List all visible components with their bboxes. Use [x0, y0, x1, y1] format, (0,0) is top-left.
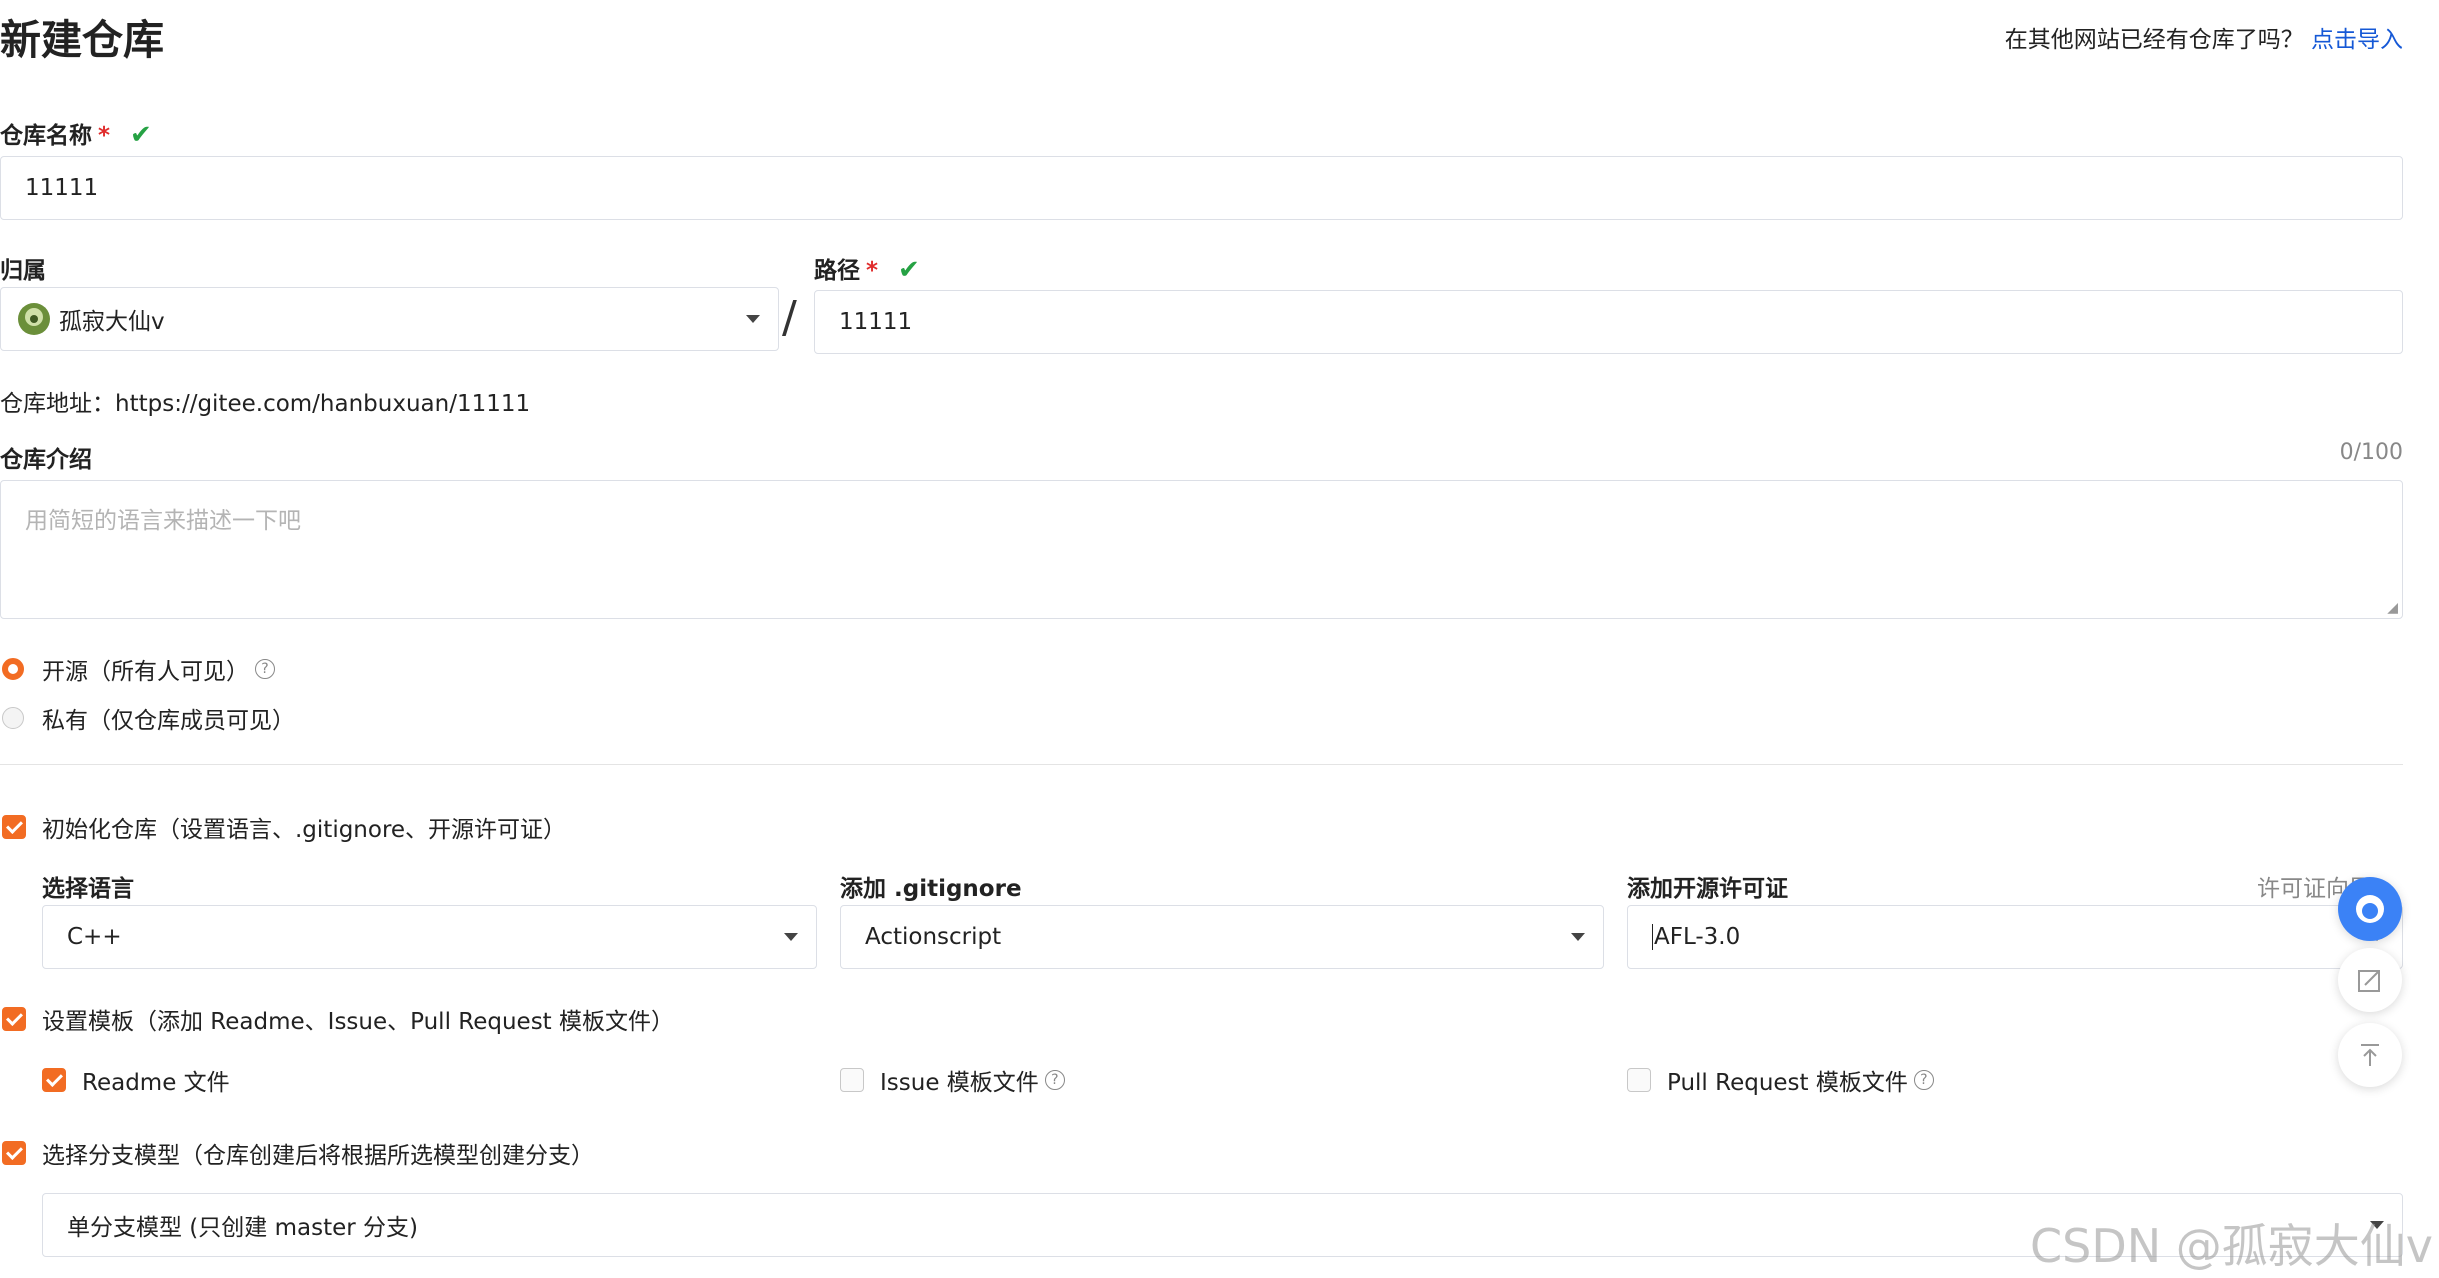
feedback-button[interactable]: [2338, 948, 2402, 1012]
init-repo-row[interactable]: 初始化仓库 （设置语言、.gitignore、开源许可证）: [2, 810, 566, 844]
language-label: 选择语言: [42, 876, 134, 902]
path-label-row: 路径 * ✔: [814, 251, 920, 285]
template-row[interactable]: 设置模板 （添加 Readme、Issue、Pull Request 模板文件）: [2, 1002, 674, 1036]
template-item-issue[interactable]: Issue 模板文件 ?: [840, 1063, 1065, 1097]
help-icon[interactable]: ?: [255, 659, 275, 679]
chevron-down-icon: [746, 315, 760, 323]
readme-label: Readme 文件: [82, 1070, 230, 1096]
template-label: 设置模板: [42, 1009, 134, 1035]
import-prompt: 在其他网站已经有仓库了吗？ 点击导入: [2005, 20, 2403, 54]
avatar: [18, 303, 50, 335]
init-repo-checkbox[interactable]: [2, 815, 26, 839]
pull-request-checkbox[interactable]: [1627, 1068, 1651, 1092]
divider: [0, 764, 2403, 765]
import-prompt-text: 在其他网站已经有仓库了吗？: [2004, 27, 2304, 53]
description-counter: 0/100: [2339, 440, 2403, 465]
back-to-top-button[interactable]: [2338, 1023, 2402, 1087]
edit-icon: [2358, 970, 2380, 992]
chevron-down-icon: [784, 933, 798, 941]
path-input[interactable]: 11111: [814, 290, 2403, 354]
help-icon[interactable]: ?: [1044, 1070, 1065, 1090]
gitignore-label: 添加 .gitignore: [840, 876, 1022, 902]
chevron-down-icon: [1571, 933, 1585, 941]
issue-label: Issue 模板文件: [880, 1070, 1039, 1096]
repo-address-url: https://gitee.com/hanbuxuan/11111: [115, 391, 531, 417]
description-placeholder: 用简短的语言来描述一下吧: [25, 508, 301, 534]
template-item-pull-request[interactable]: Pull Request 模板文件 ?: [1627, 1063, 1934, 1097]
visibility-public-label: 开源: [42, 659, 88, 685]
valid-check-icon: ✔: [130, 120, 152, 150]
repo-name-input[interactable]: 11111: [0, 156, 2403, 220]
visibility-option-public[interactable]: 开源 （所有人可见） ?: [2, 652, 275, 686]
owner-label: 归属: [0, 258, 46, 284]
gitignore-select[interactable]: Actionscript: [840, 905, 1604, 969]
import-link[interactable]: 点击导入: [2311, 27, 2403, 53]
license-input[interactable]: AFL-3.0: [1627, 905, 2403, 969]
required-mark: *: [866, 258, 879, 284]
resize-handle-icon[interactable]: ◢: [2387, 600, 2398, 616]
branch-model-row[interactable]: 选择分支模型 （仓库创建后将根据所选模型创建分支）: [2, 1136, 594, 1170]
repo-name-label-row: 仓库名称 * ✔: [0, 116, 152, 150]
pull-request-label: Pull Request 模板文件: [1667, 1070, 1908, 1096]
issue-checkbox[interactable]: [840, 1068, 864, 1092]
arrow-up-icon: [2361, 1044, 2379, 1066]
template-hint: （添加 Readme、Issue、Pull Request 模板文件）: [134, 1009, 675, 1035]
required-mark: *: [98, 123, 111, 149]
language-value: C++: [67, 924, 122, 950]
radio-public[interactable]: [2, 658, 24, 680]
visibility-private-label: 私有: [42, 708, 88, 734]
language-select[interactable]: C++: [42, 905, 817, 969]
init-repo-hint: （设置语言、.gitignore、开源许可证）: [157, 817, 567, 843]
chat-bot-icon: [2356, 895, 2384, 923]
branch-model-value: 单分支模型 (只创建 master 分支): [67, 1215, 418, 1241]
branch-model-checkbox[interactable]: [2, 1141, 26, 1165]
assistant-button[interactable]: [2338, 877, 2402, 941]
valid-check-icon: ✔: [898, 255, 920, 285]
visibility-option-private[interactable]: 私有 （仅仓库成员可见）: [2, 701, 295, 735]
watermark: CSDN @孤寂大仙v: [2030, 1219, 2433, 1273]
readme-checkbox[interactable]: [42, 1068, 66, 1092]
template-checkbox[interactable]: [2, 1007, 26, 1031]
init-repo-label: 初始化仓库: [42, 817, 157, 843]
template-item-readme[interactable]: Readme 文件: [42, 1063, 230, 1097]
gitignore-value: Actionscript: [865, 924, 1002, 950]
repo-address-label: 仓库地址：: [0, 391, 115, 417]
description-label: 仓库介绍: [0, 447, 92, 473]
path-separator: /: [782, 292, 797, 343]
repo-name-label: 仓库名称: [0, 123, 92, 149]
repo-address: 仓库地址：https://gitee.com/hanbuxuan/11111: [0, 384, 530, 418]
branch-model-label: 选择分支模型: [42, 1143, 180, 1169]
visibility-private-hint: （仅仓库成员可见）: [88, 708, 295, 734]
path-label: 路径: [814, 258, 860, 284]
page-title: 新建仓库: [0, 16, 164, 64]
branch-model-hint: （仓库创建后将根据所选模型创建分支）: [180, 1143, 594, 1169]
description-textarea[interactable]: 用简短的语言来描述一下吧 ◢: [0, 480, 2403, 619]
help-icon[interactable]: ?: [1913, 1070, 1934, 1090]
visibility-public-hint: （所有人可见）: [88, 659, 249, 685]
owner-select[interactable]: 孤寂大仙v: [0, 287, 779, 351]
radio-private[interactable]: [2, 707, 24, 729]
owner-value: 孤寂大仙v: [59, 309, 165, 335]
license-value: AFL-3.0: [1652, 924, 1741, 950]
license-label: 添加开源许可证: [1627, 876, 1788, 902]
